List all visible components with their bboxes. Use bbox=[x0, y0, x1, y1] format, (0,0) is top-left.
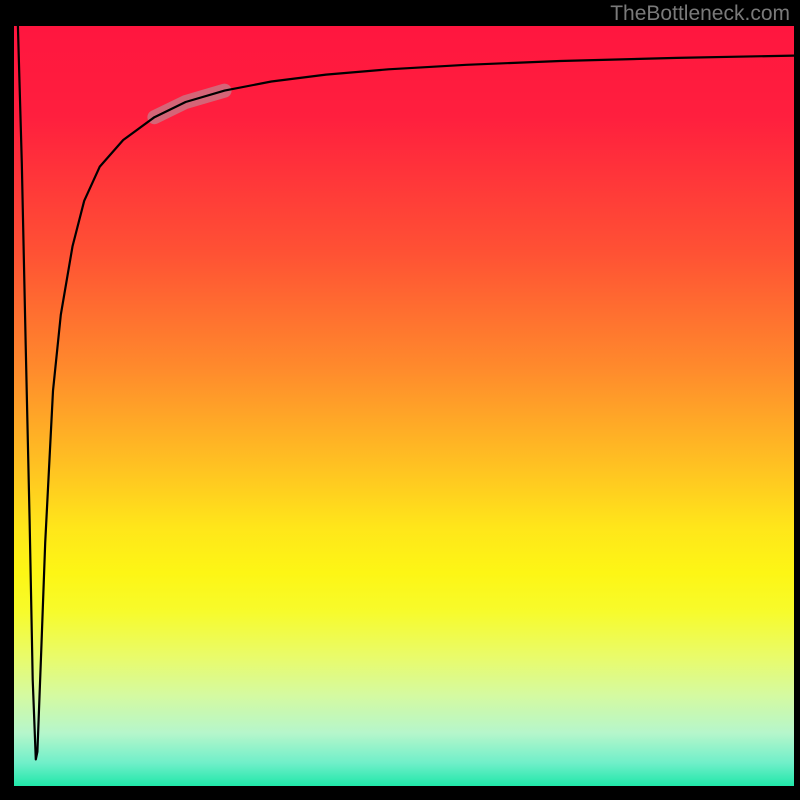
chart-stage: TheBottleneck.com bbox=[0, 0, 800, 800]
plot-area bbox=[14, 26, 794, 786]
bottleneck-curve bbox=[18, 26, 794, 759]
curve-svg bbox=[14, 26, 794, 786]
watermark-text: TheBottleneck.com bbox=[610, 2, 790, 26]
